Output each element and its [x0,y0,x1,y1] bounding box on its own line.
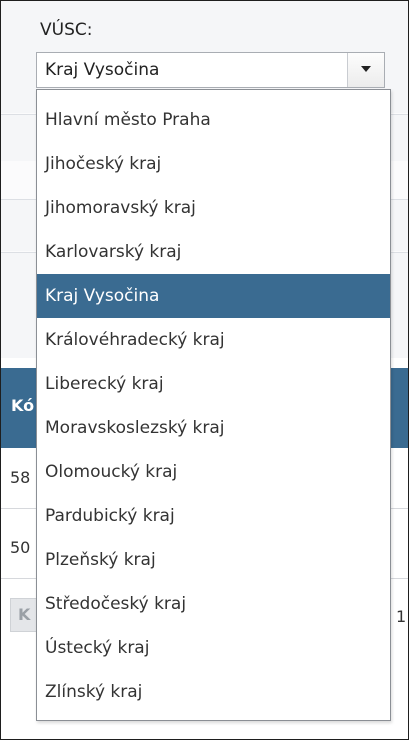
window-frame [0,0,409,740]
